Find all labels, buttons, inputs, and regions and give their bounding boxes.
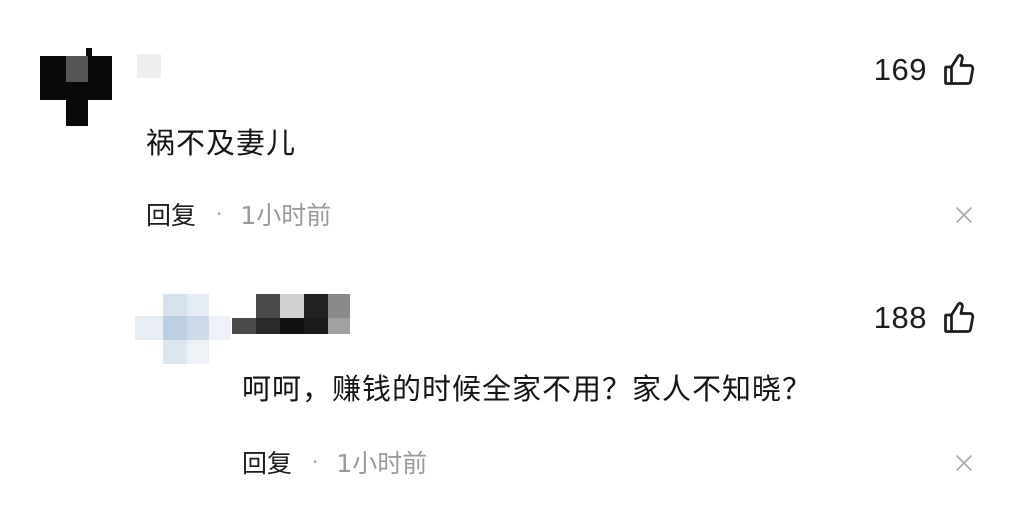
- comment-actions: 回复 · 1小时前: [146, 196, 331, 232]
- thumbs-up-icon[interactable]: [941, 300, 977, 336]
- comment-item: 169 祸不及妻儿 回复 · 1小时前: [0, 0, 1023, 250]
- close-icon[interactable]: [955, 454, 973, 472]
- reply-button[interactable]: 回复: [146, 196, 196, 232]
- like-group[interactable]: 188: [874, 296, 977, 340]
- username-pixelated[interactable]: [137, 54, 161, 78]
- avatar[interactable]: [135, 294, 235, 368]
- like-count: 188: [873, 300, 927, 335]
- avatar[interactable]: [40, 48, 130, 138]
- comment-actions: 回复 · 1小时前: [242, 444, 427, 480]
- username-pixelated[interactable]: [232, 294, 352, 342]
- reply-button[interactable]: 回复: [242, 444, 292, 480]
- comment-text: 祸不及妻儿: [146, 126, 297, 160]
- thumbs-up-icon[interactable]: [941, 52, 977, 88]
- comment-item: 188 呵呵，赚钱的时候全家不用？家人不知晓？ 回复 · 1小时前: [0, 250, 1023, 500]
- timestamp: 1小时前: [240, 201, 332, 230]
- like-count: 169: [873, 52, 927, 87]
- close-icon[interactable]: [955, 206, 973, 224]
- separator-dot: ·: [312, 450, 319, 474]
- comment-text: 呵呵，赚钱的时候全家不用？家人不知晓？: [242, 372, 813, 406]
- timestamp: 1小时前: [336, 449, 428, 478]
- separator-dot: ·: [216, 202, 223, 226]
- like-group[interactable]: 169: [874, 48, 977, 92]
